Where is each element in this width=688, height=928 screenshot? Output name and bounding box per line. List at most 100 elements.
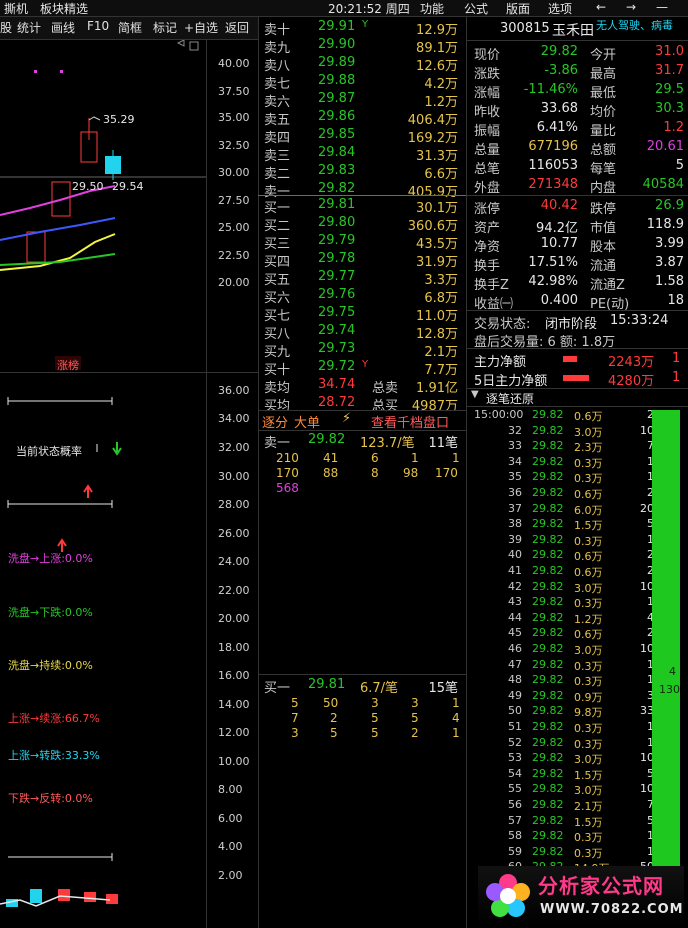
tick-row[interactable]: 34 29.82 0.3万 1 (474, 455, 654, 471)
bid-row[interactable]: 买三 29.79 43.5万 (262, 233, 462, 252)
ask-row[interactable]: 卖四 29.85 169.2万 (262, 127, 462, 146)
tick-volume: 3.0万 (574, 644, 603, 657)
ask-volume: 4.2万 (424, 77, 458, 92)
lightning-icon[interactable]: ⚡ (342, 411, 351, 426)
tick-row[interactable]: 41 29.82 0.6万 2 (474, 564, 654, 580)
toolbar-f10[interactable]: F10 (87, 19, 109, 33)
menu-layout[interactable]: 版面 (506, 0, 530, 17)
sector-menu[interactable]: 板块精选 (40, 0, 88, 17)
queue-cell: 3 (411, 696, 419, 710)
toolbar-mark[interactable]: 标记 (153, 19, 177, 36)
ask-row[interactable]: 卖八 29.89 12.6万 (262, 55, 462, 74)
quote-row: 振幅 6.41% 量比 1.2 (474, 120, 686, 139)
tick-row[interactable]: 51 29.82 0.3万 1 (474, 720, 654, 736)
tick-row[interactable]: 46 29.82 3.0万 10 (474, 642, 654, 658)
bid-row[interactable]: 买四 29.78 31.9万 (262, 251, 462, 270)
toolbar-add-watch[interactable]: +自选 (184, 19, 218, 36)
buy1-label: 买一 (264, 681, 291, 696)
tick-price: 29.82 (532, 486, 564, 499)
quote-value: 31.7 (655, 63, 684, 78)
tick-row[interactable]: 52 29.82 0.3万 1 (474, 736, 654, 752)
tick-row[interactable]: 44 29.82 1.2万 4 (474, 611, 654, 627)
tick-time: 50 (508, 704, 522, 718)
tick-row[interactable]: 38 29.82 1.5万 5 (474, 517, 654, 533)
tick-row[interactable]: 37 29.82 6.0万 20 (474, 502, 654, 518)
bid-row[interactable]: 买二 29.80 360.6万 (262, 215, 462, 234)
tick-count: 1 (647, 470, 654, 484)
tick-row[interactable]: 54 29.82 1.5万 5 (474, 767, 654, 783)
ask-row[interactable]: 卖三 29.84 31.3万 (262, 145, 462, 164)
ask-row[interactable]: 卖五 29.86 406.4万 (262, 109, 462, 128)
view-thousand-book-link[interactable]: 查看千档盘口 (371, 412, 449, 431)
tick-row[interactable]: 33 29.82 2.3万 7 (474, 439, 654, 455)
tick-row[interactable]: 55 29.82 3.0万 10 (474, 782, 654, 798)
back-arrow-icon[interactable]: ← (596, 0, 606, 14)
bid-row[interactable]: 买八 29.74 12.8万 (262, 323, 462, 342)
tick-row[interactable]: 36 29.82 0.6万 2 (474, 486, 654, 502)
queue-cell: 170 (276, 466, 299, 480)
toolbar-simple[interactable]: 简框 (118, 19, 142, 36)
menu-options[interactable]: 选项 (548, 0, 572, 17)
tick-row[interactable]: 50 29.82 9.8万 33 (474, 704, 654, 720)
bid-row[interactable]: 买十 29.72 Y 7.7万 (262, 359, 462, 378)
bid-row[interactable]: 买六 29.76 6.8万 (262, 287, 462, 306)
tick-row[interactable]: 57 29.82 1.5万 5 (474, 814, 654, 830)
tick-row[interactable]: 15:00:00 29.82 0.6万 2 (474, 408, 654, 424)
collapse-icon[interactable]: ▼ (471, 389, 479, 400)
quote-value: 31.0 (655, 44, 684, 59)
ask-row[interactable]: 卖九 29.90 89.1万 (262, 37, 462, 56)
quote-row: 总量 677196 总额 20.61 (474, 139, 686, 158)
tick-row[interactable]: 47 29.82 0.3万 1 (474, 658, 654, 674)
window-icon[interactable] (189, 41, 199, 51)
minimize-icon[interactable]: — (656, 0, 668, 14)
axis-label: 35.00 (218, 111, 250, 124)
candle-up (26, 231, 46, 263)
bid-row[interactable]: 买九 29.73 2.1万 (262, 341, 462, 360)
ask-row[interactable]: 卖六 29.87 1.2万 (262, 91, 462, 110)
bid-row[interactable]: 买一 29.81 30.1万 (262, 197, 462, 216)
toolbar-stock[interactable]: 股 (0, 19, 12, 36)
tick-row[interactable]: 42 29.82 3.0万 10 (474, 580, 654, 596)
avg-buy-price: 28.72 (318, 395, 356, 410)
ask-row[interactable]: 卖十 29.91 Y 12.9万 (262, 19, 462, 38)
tick-price: 29.82 (532, 517, 564, 531)
tick-row[interactable]: 58 29.82 0.3万 1 (474, 829, 654, 845)
range-label-close: 29.54 (112, 180, 144, 193)
tab-by-minute[interactable]: 逐分 (262, 412, 288, 431)
menu-formula[interactable]: 公式 (464, 0, 488, 17)
tick-count: 2 (647, 408, 654, 421)
rank-tag[interactable]: 涨榜 (57, 357, 79, 373)
ask-row[interactable]: 卖二 29.83 6.6万 (262, 163, 462, 182)
forward-arrow-icon[interactable]: → (626, 0, 636, 14)
toolbar-stats[interactable]: 统计 (17, 19, 41, 36)
kline-chart[interactable] (0, 40, 206, 372)
tick-row[interactable]: 49 29.82 0.9万 3 (474, 689, 654, 705)
queue-cell: 7 (291, 711, 299, 725)
tab-big-order[interactable]: 大单 (294, 412, 320, 431)
tick-row[interactable]: 53 29.82 3.0万 10 (474, 751, 654, 767)
stock-tags[interactable]: 无人驾驶、病毒 (596, 17, 673, 33)
bid-volume: 7.7万 (424, 363, 458, 378)
prob-wash-up: 洗盘→上涨:0.0% (8, 552, 93, 565)
tick-row[interactable]: 40 29.82 0.6万 2 (474, 548, 654, 564)
menu-function[interactable]: 功能 (420, 0, 444, 17)
tick-row[interactable]: 39 29.82 0.3万 1 (474, 533, 654, 549)
tick-price: 29.82 (532, 564, 564, 577)
bid-row[interactable]: 买七 29.75 11.0万 (262, 305, 462, 324)
tick-row[interactable]: 43 29.82 0.3万 1 (474, 595, 654, 611)
ticks-title[interactable]: 逐笔还原 (486, 390, 534, 407)
bid-row[interactable]: 买五 29.77 3.3万 (262, 269, 462, 288)
toolbar-return[interactable]: 返回 (225, 19, 249, 36)
tick-row[interactable]: 56 29.82 2.1万 7 (474, 798, 654, 814)
toolbar-draw[interactable]: 画线 (51, 19, 75, 36)
ask-row[interactable]: 卖七 29.88 4.2万 (262, 73, 462, 92)
indicator-divider (0, 372, 258, 373)
tick-row[interactable]: 35 29.82 0.3万 1 (474, 470, 654, 486)
tick-row[interactable]: 45 29.82 0.6万 2 (474, 626, 654, 642)
tick-volume: 0.3万 (574, 846, 603, 860)
tick-row[interactable]: 48 29.82 0.3万 1 (474, 673, 654, 689)
bid-price: 29.80 (318, 215, 356, 230)
tick-row[interactable]: 32 29.82 3.0万 10 (474, 424, 654, 440)
bid-volume: 31.9万 (416, 255, 458, 270)
tick-row[interactable]: 59 29.82 0.3万 1 (474, 845, 654, 861)
